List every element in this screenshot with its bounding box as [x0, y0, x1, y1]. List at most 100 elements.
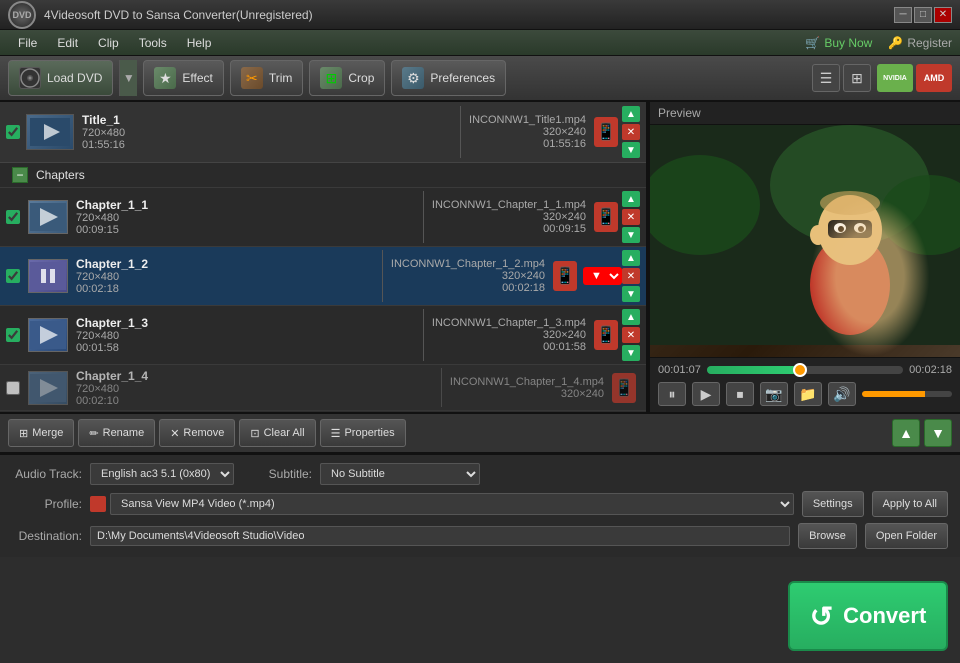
clear-icon: ⊡ [250, 427, 259, 440]
view-buttons: ☰ ⊞ [812, 64, 871, 92]
divider [441, 368, 442, 407]
remove-icon: ✕ [170, 427, 179, 440]
move-buttons: ▲ ▼ [892, 419, 952, 447]
destination-input[interactable] [90, 526, 790, 546]
profile-select[interactable]: Sansa View MP4 Video (*.mp4) [110, 493, 794, 515]
ch2-up-icon[interactable]: ▲ [622, 250, 640, 266]
collapse-icon[interactable]: ▼ [622, 142, 640, 158]
chapter-1-1-checkbox[interactable] [6, 210, 20, 224]
rename-icon: ✏ [89, 427, 98, 440]
profile-label: Profile: [12, 497, 82, 511]
device-select[interactable]: ▼ [583, 267, 622, 285]
title-dims: 720×480 [82, 127, 452, 139]
move-up-button[interactable]: ▲ [892, 419, 920, 447]
device-icon-ch4: 📱 [612, 373, 636, 403]
chapter-1-4-checkbox[interactable] [6, 381, 20, 395]
chapter-1-3-output: INCONNW1_Chapter_1_3.mp4 320×240 00:01:5… [432, 317, 586, 353]
chapter-1-1-dims: 720×480 [76, 212, 415, 224]
menu-clip[interactable]: Clip [88, 33, 129, 53]
destination-label: Destination: [12, 529, 82, 543]
convert-button[interactable]: ↺ Convert [788, 581, 948, 651]
trim-icon: ✂ [241, 67, 263, 89]
progress-bar-wrapper: 00:01:07 00:02:18 [658, 364, 952, 376]
trim-button[interactable]: ✂ Trim [230, 60, 304, 96]
device-icon-ch2: 📱 [553, 261, 577, 291]
menu-file[interactable]: File [8, 33, 47, 53]
chapter-1-3-thumbnail [28, 318, 68, 352]
chapter-row: Chapter_1_1 720×480 00:09:15 INCONNW1_Ch… [0, 188, 646, 247]
expand-up-icon[interactable]: ▲ [622, 106, 640, 122]
title-checkbox[interactable] [6, 125, 20, 139]
chapter-1-2-thumbnail [28, 259, 68, 293]
register-button[interactable]: 🔑 Register [888, 36, 952, 50]
volume-button[interactable]: 🔊 [828, 382, 856, 406]
stop-button[interactable]: ⏹ [726, 382, 754, 406]
ch1-up-icon[interactable]: ▲ [622, 191, 640, 207]
merge-button[interactable]: ⊞ Merge [8, 419, 74, 447]
crop-button[interactable]: ⊞ Crop [309, 60, 385, 96]
chapters-row: − Chapters [0, 163, 646, 188]
open-folder-button[interactable]: 📁 [794, 382, 822, 406]
audio-track-label: Audio Track: [12, 467, 82, 481]
file-list-container: Title_1 720×480 01:55:16 INCONNW1_Title1… [0, 102, 650, 412]
chapter-1-4-name: Chapter_1_4 [76, 369, 433, 383]
profile-icon [90, 496, 106, 512]
progress-thumb[interactable] [793, 363, 807, 377]
convert-icon: ↺ [810, 600, 833, 633]
grid-view-button[interactable]: ⊞ [843, 64, 871, 92]
maximize-button[interactable]: □ [914, 7, 932, 23]
ch1-remove-icon[interactable]: ✕ [622, 209, 640, 225]
menu-edit[interactable]: Edit [47, 33, 88, 53]
load-dvd-button[interactable]: Load DVD [8, 60, 113, 96]
volume-slider[interactable] [862, 391, 952, 397]
chapter-1-3-checkbox[interactable] [6, 328, 20, 342]
preferences-button[interactable]: ⚙ Preferences [391, 60, 506, 96]
key-icon: 🔑 [888, 36, 903, 50]
play-forward-button[interactable]: ▶ [692, 382, 720, 406]
pause-button[interactable]: ⏸ [658, 382, 686, 406]
title-output-dims: 320×240 [469, 126, 586, 138]
load-dvd-dropdown[interactable]: ▼ [119, 60, 137, 96]
audio-track-select[interactable]: English ac3 5.1 (0x80) [90, 463, 234, 485]
chapters-expand-button[interactable]: − [12, 167, 28, 183]
preview-controls: 00:01:07 00:02:18 ⏸ ▶ ⏹ 📷 📁 🔊 [650, 357, 960, 412]
ch1-down-icon[interactable]: ▼ [622, 227, 640, 243]
bottom-settings: Audio Track: English ac3 5.1 (0x80) Subt… [0, 454, 960, 557]
chapter-1-3-dims: 720×480 [76, 330, 415, 342]
chapter-1-4-info: Chapter_1_4 720×480 00:02:10 [76, 369, 433, 407]
effect-button[interactable]: ★ Effect [143, 60, 223, 96]
progress-fill [707, 366, 797, 374]
open-folder-button[interactable]: Open Folder [865, 523, 948, 549]
chapter-1-2-checkbox[interactable] [6, 269, 20, 283]
preview-label: Preview [650, 102, 960, 125]
ch2-remove-icon[interactable]: ✕ [622, 268, 640, 284]
ch2-down-icon[interactable]: ▼ [622, 286, 640, 302]
buy-now-button[interactable]: 🛒 Buy Now [805, 36, 872, 50]
subtitle-select[interactable]: No Subtitle [320, 463, 480, 485]
clear-all-button[interactable]: ⊡ Clear All [239, 419, 315, 447]
menu-tools[interactable]: Tools [129, 33, 177, 53]
remove-button[interactable]: ✕ Remove [159, 419, 235, 447]
apply-to-all-button[interactable]: Apply to All [872, 491, 948, 517]
device-select-wrapper: 📱 ▼ [553, 261, 622, 291]
expand-down-icon[interactable]: ✕ [622, 124, 640, 140]
rename-button[interactable]: ✏ Rename [78, 419, 155, 447]
progress-bar[interactable] [707, 366, 903, 374]
ch3-remove-icon[interactable]: ✕ [622, 327, 640, 343]
ch3-down-icon[interactable]: ▼ [622, 345, 640, 361]
title-output-name: INCONNW1_Title1.mp4 [469, 114, 586, 126]
title-bar: DVD 4Videosoft DVD to Sansa Converter(Un… [0, 0, 960, 30]
chapter-1-4-duration: 00:02:10 [76, 395, 433, 407]
list-view-button[interactable]: ☰ [812, 64, 840, 92]
chapter-row-selected: Chapter_1_2 720×480 00:02:18 INCONNW1_Ch… [0, 247, 646, 306]
browse-button[interactable]: Browse [798, 523, 857, 549]
properties-button[interactable]: ☰ Properties [320, 419, 406, 447]
divider [382, 250, 383, 302]
move-down-button[interactable]: ▼ [924, 419, 952, 447]
settings-button[interactable]: Settings [802, 491, 864, 517]
minimize-button[interactable]: ─ [894, 7, 912, 23]
menu-help[interactable]: Help [177, 33, 222, 53]
close-button[interactable]: ✕ [934, 7, 952, 23]
ch3-up-icon[interactable]: ▲ [622, 309, 640, 325]
screenshot-button[interactable]: 📷 [760, 382, 788, 406]
